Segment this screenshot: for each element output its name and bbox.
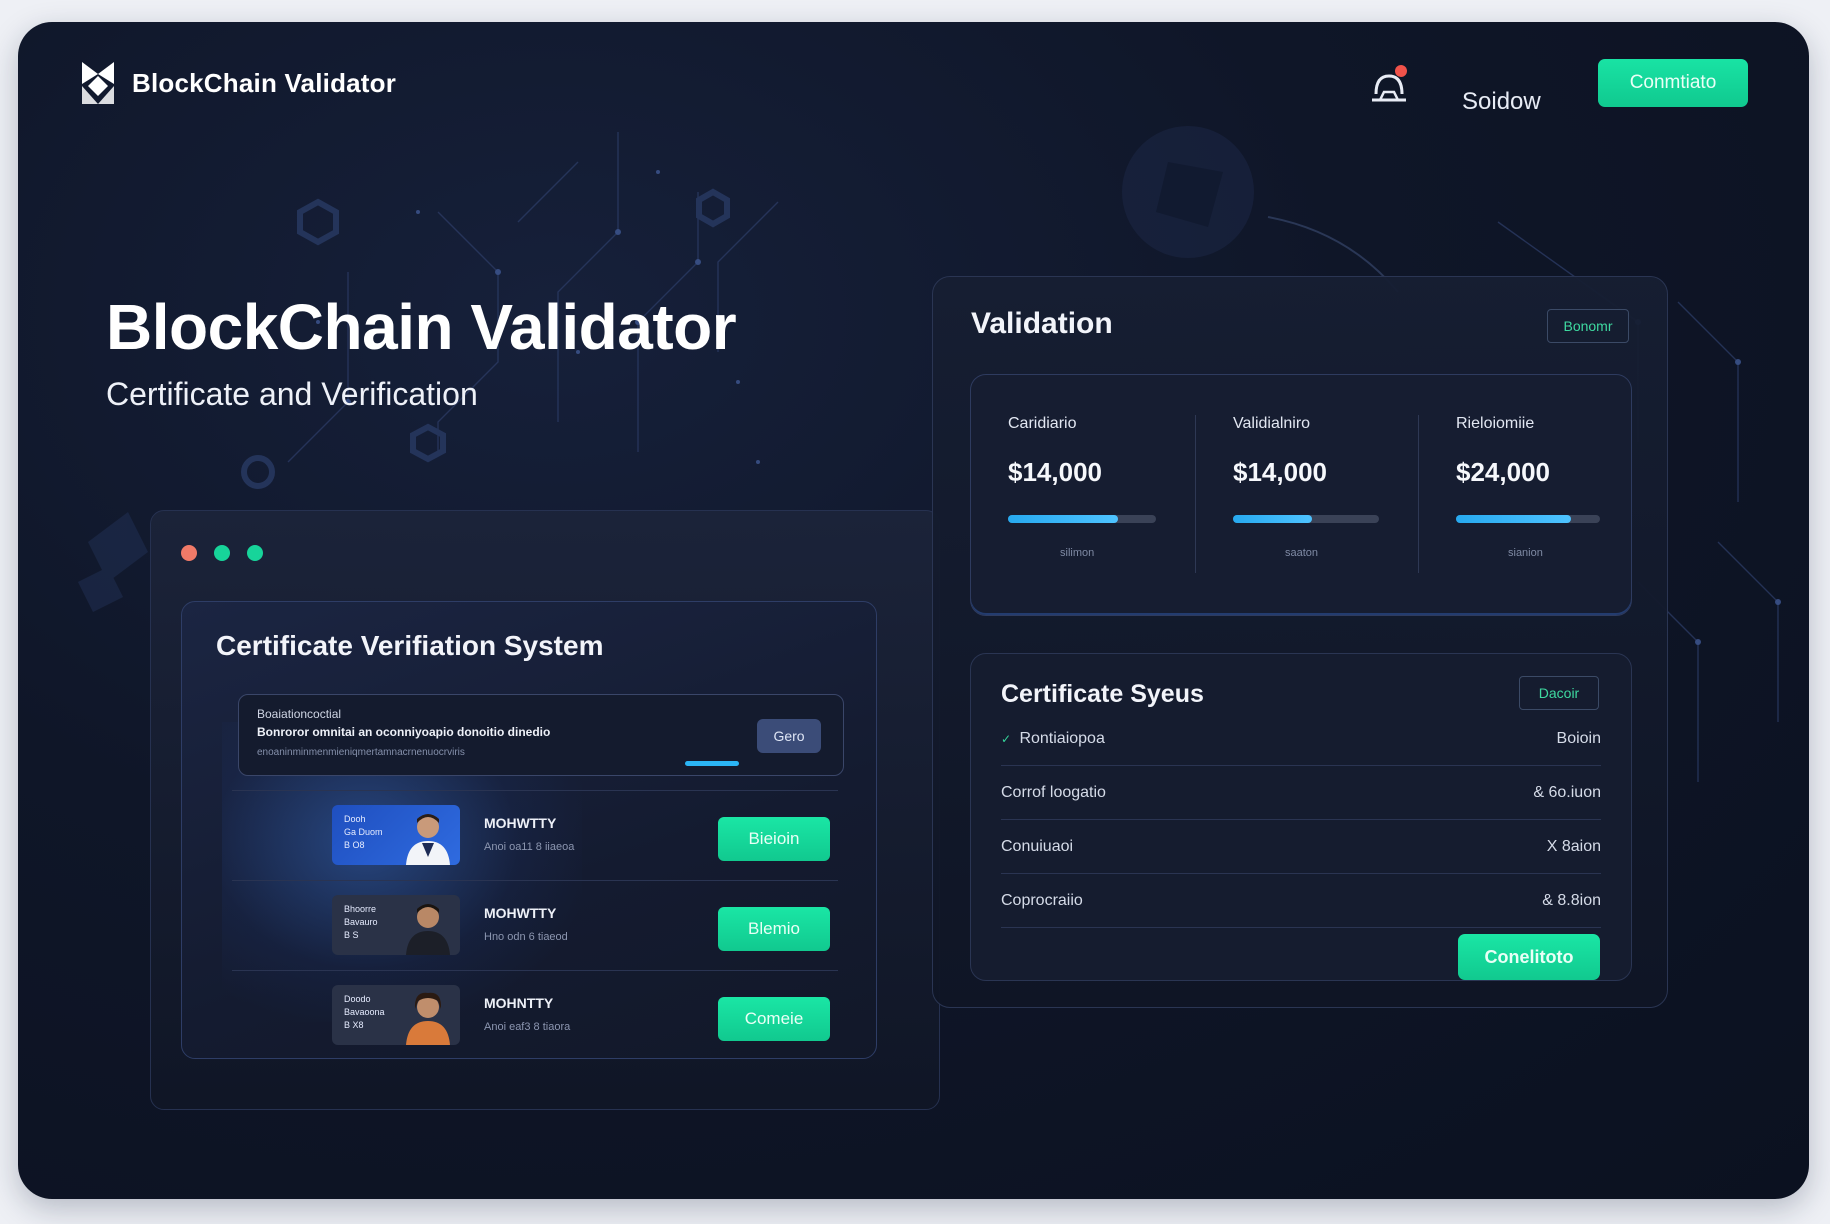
person-avatar-icon [406,992,450,1045]
check-icon: ✓ [1001,732,1012,746]
stat-progress-bar [1008,515,1156,523]
validation-panel: Validation Bonomr Caridiario $14,000 sil… [932,276,1668,1008]
stat-value: $14,000 [1008,457,1102,487]
logo-text: BlockChain Validator [132,67,397,98]
notification-icon [1372,65,1407,102]
stat-value: $14,000 [1233,457,1327,487]
status-row[interactable]: Coprocraiio & 8.8ion [1001,874,1601,928]
certificate-row[interactable]: Dooh Ga Duom B O8 MOHWTTY Anoi oa11 8 ii… [232,790,838,880]
validation-title: Validation [971,307,1113,340]
stat-progress-bar [1456,515,1600,523]
row-subtitle: Hno odn 6 tiaeod [484,931,568,943]
window-dot-green-2[interactable] [247,545,263,561]
row-subtitle: Anoi oa11 8 iiaeoa [484,841,575,853]
validation-stats-card: Caridiario $14,000 silimon Validialniro … [970,374,1632,616]
nav-link[interactable]: Soidow [1462,88,1541,116]
status-row[interactable]: Conuiuaoi X 8aion [1001,820,1601,874]
certificate-status-badge-button[interactable]: Dacoir [1519,676,1599,710]
status-row-value: Boioin [1556,730,1601,747]
thumbnail-text: Dooh Ga Duom B O8 [344,814,383,850]
certificate-row[interactable]: Doodo Bavaoona B X8 MOHNTTY Anoi eaf3 8 … [232,970,838,1058]
row-action-button[interactable]: Blemio [718,907,830,951]
row-action-button[interactable]: Comeie [718,997,830,1041]
stat-label: Caridiario [1008,415,1077,432]
stat-progress-bar [1233,515,1379,523]
certificate-thumbnail: Doodo Bavaoona B X8 [332,985,460,1045]
search-panel[interactable]: Boaiationcoctial Bonroror omnitai an oco… [238,694,844,776]
row-title: MOHWTTY [484,905,557,921]
verification-window: Certificate Verifiation System Boaiation… [150,510,940,1110]
stat-caption: silimon [1060,547,1095,559]
status-row-value: & 8.8ion [1542,892,1601,909]
search-line-2: Bonroror omnitai an oconniyoapio donoiti… [257,725,551,739]
window-dot-red[interactable] [181,545,197,561]
certificate-thumbnail: Dooh Ga Duom B O8 [332,805,460,865]
certificate-status-title: Certificate Syeus [1001,680,1204,708]
verification-system-card: Certificate Verifiation System Boaiation… [181,601,877,1059]
certificate-cta-button[interactable]: Conelitoto [1458,934,1600,980]
stat-label: Rieloiomiie [1456,415,1535,432]
logo-icon [82,62,114,104]
notification-button[interactable] [1366,62,1412,108]
stat-value: $24,000 [1456,457,1550,487]
stat-item: Validialniro $14,000 [1233,415,1433,488]
hero-subtitle: Certificate and Verification [106,376,478,412]
stat-item: Caridiario $14,000 [1008,415,1208,488]
certificate-thumbnail: Bhoorre Bavauro B S [332,895,460,955]
stat-progress-fill [1233,515,1312,523]
status-row-label: Conuiuaoi [1001,838,1074,855]
window-dot-green[interactable] [214,545,230,561]
status-row-value: & 6o.iuon [1533,784,1601,801]
stat-progress-fill [1456,515,1572,523]
status-label-text: Rontiaiopoa [1019,730,1105,747]
row-action-button[interactable]: Bieioin [718,817,830,861]
stat-progress-fill [1008,515,1118,523]
stat-divider [1195,415,1196,573]
stat-caption: sianion [1508,547,1543,559]
window-controls [181,545,263,561]
stat-label: Validialniro [1233,415,1311,432]
status-row-label: Corrof loogatio [1001,784,1106,801]
row-title: MOHWTTY [484,815,557,831]
stat-item: Rieloiomiie $24,000 [1456,415,1656,488]
status-row[interactable]: Corrof loogatio & 6o.iuon [1001,766,1601,820]
certificate-row[interactable]: Bhoorre Bavauro B S MOHWTTY Hno odn 6 ti… [232,880,838,970]
header-cta-button[interactable]: Conmtiato [1598,59,1748,107]
search-line-3: enoaninminmenmieniqmertamnacrnenuocrviri… [257,747,465,758]
brand-logo[interactable]: BlockChain Validator [78,60,396,106]
thumbnail-text: Bhoorre Bavauro B S [344,904,378,940]
stat-caption: saaton [1285,547,1319,559]
row-subtitle: Anoi eaf3 8 tiaora [484,1021,571,1033]
status-row[interactable]: ✓ Rontiaiopoa Boioin [1001,712,1601,766]
validation-badge-button[interactable]: Bonomr [1547,309,1629,343]
row-title: MOHNTTY [484,995,554,1011]
status-row-label: Coprocraiio [1001,892,1083,909]
thumbnail-text: Doodo Bavaoona B X8 [344,994,385,1030]
certificate-status-card: Certificate Syeus Dacoir ✓ Rontiaiopoa B… [970,653,1632,981]
person-avatar-icon [406,904,450,955]
search-line-1: Boaiationcoctial [257,707,342,721]
verification-system-title: Certificate Verifiation System [216,630,604,661]
status-row-value: X 8aion [1546,838,1601,855]
app-window: BlockChain Validator Soidow Conmtiato Bl… [18,22,1809,1199]
search-button[interactable]: Gero [757,719,821,753]
stat-divider [1418,415,1419,573]
person-avatar-icon [406,814,450,865]
search-accent-bar [685,761,739,766]
hero-title: BlockChain Validator [106,291,737,363]
status-row-label: ✓ Rontiaiopoa [1001,730,1105,748]
